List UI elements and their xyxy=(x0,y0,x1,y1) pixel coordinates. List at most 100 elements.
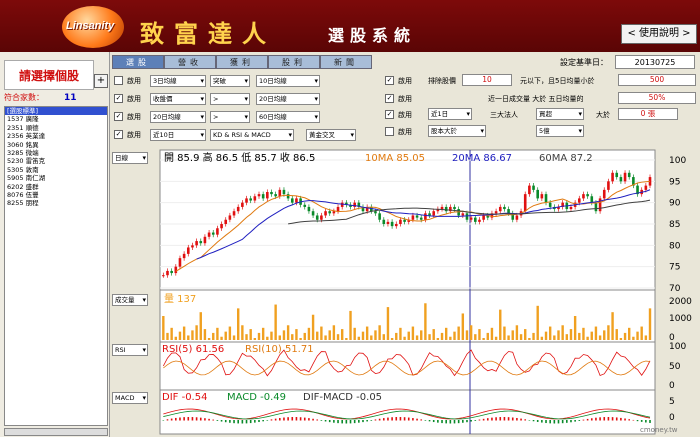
candle-body xyxy=(241,202,244,207)
stock-list-item[interactable]: 3060 銘異 xyxy=(5,141,107,149)
candle-body xyxy=(249,198,252,201)
enable-checkbox[interactable]: ✓ xyxy=(114,94,123,103)
match-count-value: 11 xyxy=(64,93,77,103)
volume-bar xyxy=(220,336,223,340)
stock-list-item[interactable]: 6202 盛群 xyxy=(5,183,107,191)
macd-histogram-bar xyxy=(407,417,410,421)
candle-body xyxy=(503,206,506,210)
avg-volume-input[interactable]: 500 xyxy=(618,74,696,86)
min-price-input[interactable]: 10 xyxy=(462,74,512,86)
macd-histogram-bar xyxy=(283,417,285,421)
base-date-input[interactable]: 20130725 xyxy=(615,55,695,69)
stock-list-item[interactable]: 8255 朋程 xyxy=(5,199,107,207)
target-dropdown[interactable]: 10日均線 xyxy=(256,75,320,87)
left-panel: 請選擇個股 + 符合家數： 11 [選股標準] 1537 廣隆 2351 順德 2356… xyxy=(0,52,110,437)
macd-histogram-bar xyxy=(615,417,618,421)
volume-bar xyxy=(532,332,535,340)
period-dropdown[interactable]: 3日均線 xyxy=(150,75,206,87)
macd-histogram-bar xyxy=(553,420,556,424)
volume-bar xyxy=(228,326,232,340)
target-dropdown[interactable]: 60日均線 xyxy=(256,111,320,123)
macd-histogram-bar xyxy=(254,420,256,423)
candle-body xyxy=(577,198,581,203)
price-tick-label: 80 xyxy=(669,241,681,251)
macd-histogram-bar xyxy=(491,417,493,421)
macd-histogram-bar xyxy=(628,419,631,421)
volume-bar xyxy=(553,335,556,340)
help-button[interactable]: < 使用說明 > xyxy=(621,24,697,44)
enable-checkbox[interactable]: ✓ xyxy=(385,110,394,119)
macd-histogram-bar xyxy=(620,417,622,421)
volume-bar xyxy=(361,331,365,340)
relation-dropdown[interactable]: > xyxy=(210,93,250,105)
institutional-amount-input[interactable]: 0 張 xyxy=(618,108,678,120)
rsi-tick-label: 0 xyxy=(669,381,675,391)
candle-body xyxy=(619,177,623,182)
relation-dropdown[interactable]: 突破 xyxy=(210,75,250,87)
macd-histogram-bar xyxy=(624,418,626,421)
period-dropdown[interactable]: 近10日 xyxy=(150,129,206,141)
macd-histogram-bar xyxy=(328,420,331,423)
enable-checkbox[interactable]: ✓ xyxy=(114,112,123,121)
capital-dropdown[interactable]: 股本大於 xyxy=(428,125,486,137)
volume-bar xyxy=(332,325,336,340)
target-dropdown[interactable]: 20日均線 xyxy=(256,93,320,105)
capital-value-dropdown[interactable]: 5億 xyxy=(536,125,584,137)
macd-histogram-bar xyxy=(183,417,185,421)
candle-body xyxy=(232,211,236,216)
days-dropdown[interactable]: 近1日 xyxy=(428,108,472,120)
enable-checkbox[interactable] xyxy=(385,127,394,136)
enable-checkbox[interactable]: ✓ xyxy=(114,130,123,139)
stock-list[interactable]: [選股標準] 1537 廣隆 2351 順德 2356 英業達 3060 銘異 3285 … xyxy=(4,106,108,426)
buy-sell-dropdown[interactable]: 買超 xyxy=(536,108,584,120)
enable-checkbox[interactable] xyxy=(114,76,123,85)
enable-checkbox[interactable]: ✓ xyxy=(385,94,394,103)
stock-list-item[interactable]: 2356 英業達 xyxy=(5,132,107,140)
candle-body xyxy=(307,206,311,212)
add-button[interactable]: + xyxy=(94,74,108,88)
chart-area: 日線 成交量 RSI MACD 100959085807570200010000… xyxy=(110,148,700,437)
tab-4[interactable]: 新聞 xyxy=(320,55,372,69)
macd-label: MACD -0.49 xyxy=(227,392,286,403)
horizontal-scrollbar[interactable] xyxy=(4,428,108,436)
macd-histogram-bar xyxy=(278,418,281,421)
match-count: 符合家數： 11 xyxy=(4,92,77,103)
tab-3[interactable]: 股利 xyxy=(268,55,320,69)
enable-checkbox[interactable]: ✓ xyxy=(385,76,394,85)
tab-2[interactable]: 獲利 xyxy=(216,55,268,69)
macd-histogram-bar xyxy=(333,420,335,423)
volume-ratio-label: 近一日成交量 大於 五日均量的 xyxy=(488,95,584,103)
tab-1[interactable]: 營收 xyxy=(164,55,216,69)
candle-body xyxy=(582,194,585,199)
volume-bar xyxy=(457,326,460,340)
macd-histogram-bar xyxy=(545,420,547,424)
candle-body xyxy=(324,211,327,216)
candle-body xyxy=(282,189,286,195)
period-dropdown[interactable]: 收盤價 xyxy=(150,93,206,105)
volume-bar xyxy=(191,330,194,340)
relation-dropdown[interactable]: > xyxy=(210,111,250,123)
candle-body xyxy=(453,206,456,210)
volume-bar xyxy=(519,334,523,340)
stock-list-item[interactable]: 5305 敦南 xyxy=(5,166,107,174)
stock-list-item[interactable]: 5905 南仁湖 xyxy=(5,174,107,182)
stock-list-item[interactable]: 1537 廣隆 xyxy=(5,115,107,123)
candle-body xyxy=(415,215,419,218)
tab-0[interactable]: 選股 xyxy=(112,55,164,69)
volume-ratio-input[interactable]: 50% xyxy=(618,92,696,104)
period-dropdown[interactable]: 20日均線 xyxy=(150,111,206,123)
macd-histogram-bar xyxy=(353,420,356,424)
candle-body xyxy=(270,192,273,195)
macd-histogram-bar xyxy=(345,420,348,424)
candle-body xyxy=(162,275,165,277)
candle-body xyxy=(474,217,477,222)
stock-list-item[interactable]: 5230 雷笛克 xyxy=(5,157,107,165)
condition-row: ✓ 啟用 收盤價 > 20日均線 xyxy=(114,92,354,106)
macd-histogram-bar xyxy=(566,420,568,423)
relation-dropdown[interactable]: KD & RSI & MACD xyxy=(210,129,294,141)
stock-list-item[interactable]: 2351 順德 xyxy=(5,124,107,132)
candle-body xyxy=(607,181,610,190)
volume-bar xyxy=(324,335,327,340)
volume-bar xyxy=(232,335,236,340)
target-dropdown[interactable]: 黃金交叉 xyxy=(306,129,356,141)
